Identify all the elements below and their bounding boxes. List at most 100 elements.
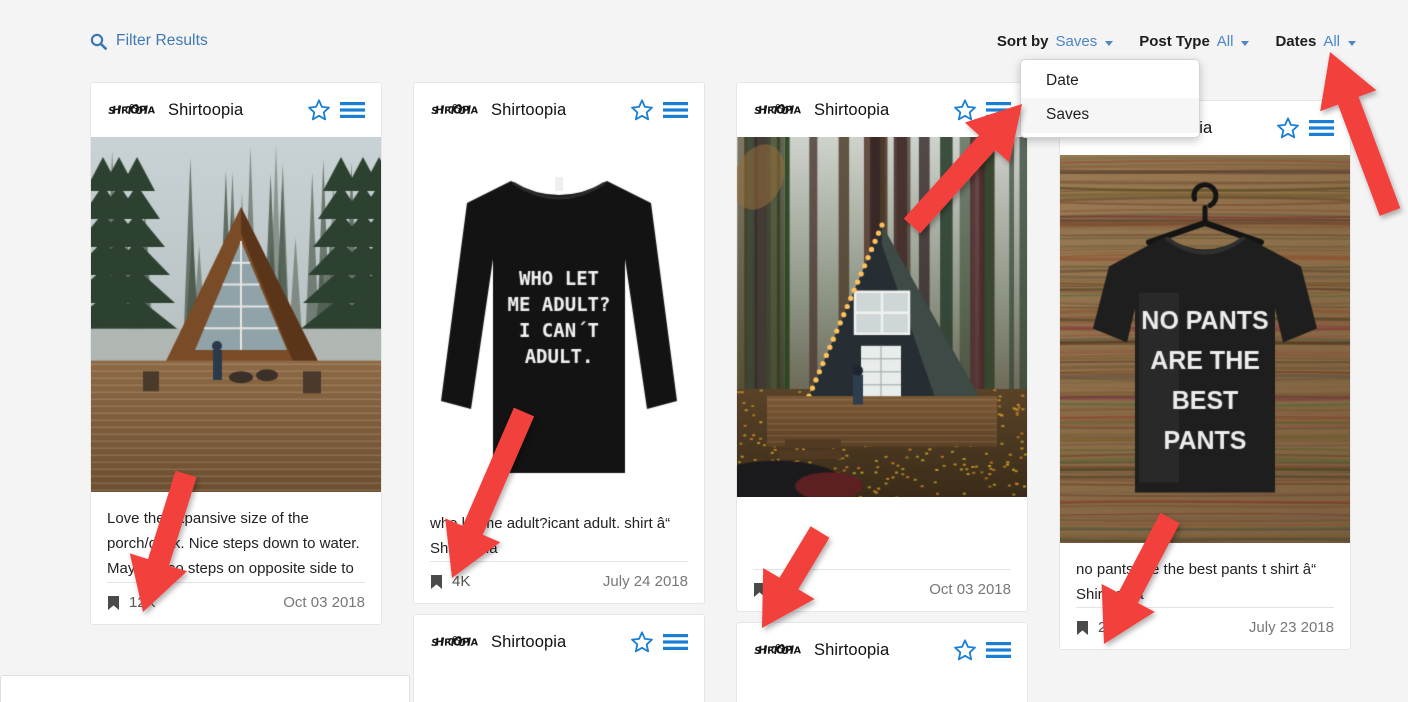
star-outline-icon[interactable]: [630, 98, 654, 122]
shirtoopia-wordmark-logo: SHIRTOOPIA: [754, 641, 802, 659]
star-outline-icon[interactable]: [953, 638, 977, 662]
card-footer: 2K July 23 2018: [1076, 607, 1334, 649]
card-caption: who let me adult?icant adult. shirt â“ S…: [430, 511, 688, 561]
hamburger-menu-icon[interactable]: [1309, 118, 1334, 138]
svg-text:A: A: [470, 637, 478, 649]
svg-text:A: A: [793, 645, 801, 657]
card-header-actions: [307, 98, 365, 122]
bookmark-icon: [753, 582, 766, 598]
card-brand-name: Shirtoopia: [491, 101, 566, 120]
star-outline-icon[interactable]: [953, 98, 977, 122]
card-saves: 2K: [1076, 619, 1116, 636]
card-saves: 4K: [430, 573, 470, 590]
card-caption: no pants are the best pants t shirt â“ S…: [1076, 557, 1334, 607]
star-outline-icon[interactable]: [307, 98, 331, 122]
sort-by-value[interactable]: Saves: [1056, 33, 1098, 50]
card-image[interactable]: [91, 137, 381, 492]
dates-value[interactable]: All: [1323, 33, 1340, 50]
chevron-down-icon[interactable]: [1348, 41, 1356, 46]
post-type-label: Post Type: [1139, 33, 1210, 50]
bookmark-icon: [1076, 620, 1089, 636]
filter-results-label: Filter Results: [116, 32, 208, 50]
post-type-control[interactable]: Post Type All: [1139, 33, 1249, 50]
card-date: July 24 2018: [603, 573, 688, 590]
card-brand-name: Shirtoopia: [491, 633, 566, 652]
shirtoopia-wordmark-logo: SHIRTOOPIA: [431, 101, 479, 119]
star-outline-icon[interactable]: [1276, 116, 1300, 140]
shirtoopia-wordmark-logo: SHIRTOOPIA: [754, 101, 802, 119]
card-body: Love the expansive size of the porch/dec…: [91, 492, 381, 582]
card-body: no pants are the best pants t shirt â“ S…: [1060, 543, 1350, 607]
chevron-down-icon[interactable]: [1241, 41, 1249, 46]
card-header: SHIRTOOPIA Shirtoopia: [414, 83, 704, 137]
svg-text:A: A: [470, 105, 478, 117]
bookmark-icon: [430, 574, 443, 590]
card-saves-count: 4K: [452, 573, 470, 590]
chevron-down-icon[interactable]: [1105, 41, 1113, 46]
card-image[interactable]: [1060, 155, 1350, 543]
card-caption: [753, 511, 1011, 569]
card-saves-count: 12K: [129, 594, 156, 611]
bookmark-icon: [107, 595, 120, 611]
card-footer: 12K Oct 03 2018: [107, 582, 365, 624]
sort-controls: Sort by Saves Post Type All Dates All: [997, 33, 1356, 50]
sort-by-label: Sort by: [997, 33, 1049, 50]
card-partial-body: [737, 677, 1027, 702]
card-header: SHIRTOOPIA Shirtoopia: [737, 83, 1027, 137]
card-brand-name: Shirtoopia: [814, 101, 889, 120]
search-icon: [90, 33, 107, 50]
post-type-value[interactable]: All: [1217, 33, 1234, 50]
card-header-actions: [630, 98, 688, 122]
shirtoopia-wordmark-logo: SHIRTOOPIA: [108, 101, 156, 119]
dates-label: Dates: [1275, 33, 1316, 50]
card-saves-count: 2K: [1098, 619, 1116, 636]
card-header-actions: [1276, 116, 1334, 140]
sort-by-dropdown-menu[interactable]: Date Saves: [1020, 59, 1200, 138]
bottom-partial-panel: [0, 675, 410, 702]
card-header: SHIRTOOPIA Shirtoopia: [737, 623, 1027, 677]
card-footer: 4K July 24 2018: [430, 561, 688, 603]
column-4: SHIRTOOPIA Shirtoopia no pants are the b…: [1059, 100, 1351, 660]
card-footer: 3K Oct 03 2018: [753, 569, 1011, 611]
card-image[interactable]: [414, 669, 704, 702]
card-image[interactable]: [737, 137, 1027, 497]
column-1: SHIRTOOPIA Shirtoopia Love the expansive…: [90, 82, 382, 635]
dropdown-item-saves[interactable]: Saves: [1021, 98, 1199, 132]
pin-card[interactable]: SHIRTOOPIA Shirtoopia: [413, 614, 705, 702]
filter-results-button[interactable]: Filter Results: [90, 32, 208, 50]
card-brand-name: Shirtoopia: [168, 101, 243, 120]
card-date: Oct 03 2018: [929, 581, 1011, 598]
card-saves-count: 3K: [775, 581, 793, 598]
sort-by-control[interactable]: Sort by Saves: [997, 33, 1113, 50]
card-saves: 12K: [107, 594, 156, 611]
card-header-actions: [953, 638, 1011, 662]
hamburger-menu-icon[interactable]: [986, 640, 1011, 660]
hamburger-menu-icon[interactable]: [663, 632, 688, 652]
pin-card[interactable]: SHIRTOOPIA Shirtoopia: [736, 622, 1028, 702]
shirtoopia-wordmark-logo: SHIRTOOPIA: [431, 633, 479, 651]
card-header-actions: [630, 630, 688, 654]
hamburger-menu-icon[interactable]: [663, 100, 688, 120]
card-body: [737, 497, 1027, 569]
pin-card[interactable]: SHIRTOOPIA Shirtoopia who let me adult?i…: [413, 82, 705, 604]
card-header-actions: [953, 98, 1011, 122]
card-date: Oct 03 2018: [283, 594, 365, 611]
pin-card[interactable]: SHIRTOOPIA Shirtoopia 3K Oct 03 2018: [736, 82, 1028, 612]
dropdown-item-date[interactable]: Date: [1021, 64, 1199, 98]
dates-control[interactable]: Dates All: [1275, 33, 1356, 50]
card-caption: Love the expansive size of the porch/dec…: [107, 506, 365, 582]
card-body: who let me adult?icant adult. shirt â“ S…: [414, 497, 704, 561]
column-2: SHIRTOOPIA Shirtoopia who let me adult?i…: [413, 82, 705, 702]
card-image[interactable]: [414, 137, 704, 497]
pin-card[interactable]: SHIRTOOPIA Shirtoopia no pants are the b…: [1059, 100, 1351, 650]
card-saves: 3K: [753, 581, 793, 598]
card-brand-name: Shirtoopia: [814, 641, 889, 660]
svg-text:A: A: [147, 105, 155, 117]
hamburger-menu-icon[interactable]: [986, 100, 1011, 120]
pin-card[interactable]: SHIRTOOPIA Shirtoopia Love the expansive…: [90, 82, 382, 625]
star-outline-icon[interactable]: [630, 630, 654, 654]
app-root: Filter Results Sort by Saves Post Type A…: [0, 0, 1408, 702]
hamburger-menu-icon[interactable]: [340, 100, 365, 120]
card-date: July 23 2018: [1249, 619, 1334, 636]
card-header: SHIRTOOPIA Shirtoopia: [414, 615, 704, 669]
